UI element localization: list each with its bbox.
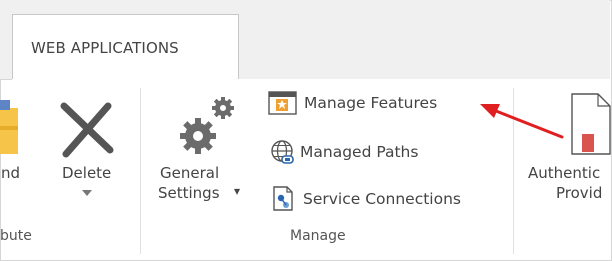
delete-x-icon (60, 102, 114, 158)
authentication-label-line2: Provid (556, 184, 603, 202)
gears-icon (180, 97, 234, 154)
authentication-providers-button[interactable]: Authentic Provid (520, 92, 612, 212)
manage-features-button[interactable]: Manage Features (268, 90, 437, 116)
general-settings-label-line2: Settings (158, 184, 220, 202)
folder-icon (0, 100, 18, 154)
authentication-label-line1: Authentic (528, 164, 601, 182)
delete-button-label: Delete (62, 164, 112, 182)
service-connections-button[interactable]: Service Connections (272, 186, 461, 212)
manage-group-label: Manage (290, 228, 346, 244)
globe-icon (271, 140, 294, 164)
managed-paths-button[interactable]: Managed Paths (270, 139, 418, 165)
ribbon-tab-strip: WEB APPLICATIONS (0, 0, 610, 80)
group-separator (140, 88, 141, 254)
general-settings-button[interactable]: General Settings ▾ (154, 92, 254, 212)
general-settings-label-line1: General (160, 164, 220, 182)
manage-features-label: Manage Features (304, 94, 438, 112)
tab-label: WEB APPLICATIONS (31, 39, 179, 57)
delete-button[interactable]: Delete (50, 92, 124, 212)
service-connections-icon (273, 186, 293, 211)
chevron-down-icon (82, 190, 92, 196)
partial-left-button[interactable]: nd (0, 96, 40, 196)
partial-group-label: bute (0, 228, 32, 244)
service-connections-label: Service Connections (303, 190, 461, 208)
partial-button-label: nd (1, 164, 21, 182)
chevron-down-icon: ▾ (234, 184, 241, 198)
managed-paths-label: Managed Paths (300, 143, 419, 161)
authentication-document-icon (571, 93, 611, 155)
group-separator (513, 88, 514, 254)
manage-features-icon (268, 91, 297, 115)
tab-web-applications[interactable]: WEB APPLICATIONS (12, 14, 239, 80)
